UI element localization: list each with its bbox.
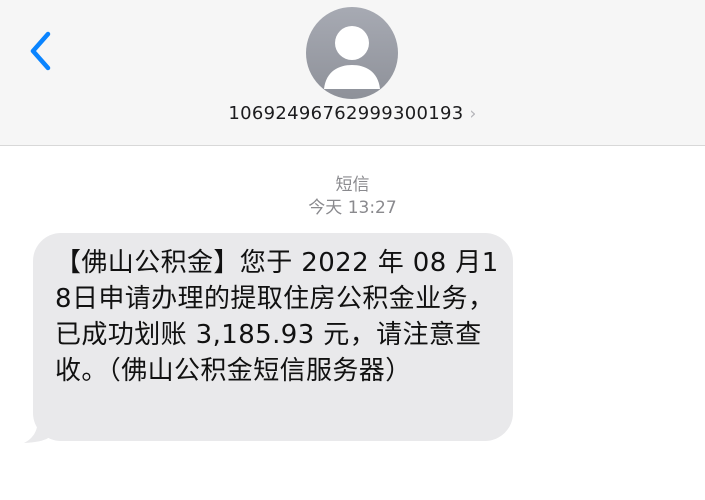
person-icon (324, 26, 380, 89)
back-button[interactable] (24, 28, 60, 74)
thread-label: 短信 (335, 175, 370, 195)
message-bubble[interactable]: 【佛山公积金】您于 2022 年 08 月18日申请办理的提取住房公积金业务，已… (33, 233, 513, 441)
message-text: 【佛山公积金】您于 2022 年 08 月18日申请办理的提取住房公积金业务，已… (55, 248, 499, 386)
conversation-header: 10692496762999300193 › (0, 0, 705, 146)
avatar[interactable] (306, 7, 398, 99)
contact-number[interactable]: 10692496762999300193 › (0, 103, 705, 124)
chevron-right-icon: › (469, 104, 477, 124)
message-timestamp: 今天 13:27 (308, 198, 397, 218)
chevron-left-icon (30, 31, 51, 71)
sender-number: 10692496762999300193 (228, 103, 464, 124)
